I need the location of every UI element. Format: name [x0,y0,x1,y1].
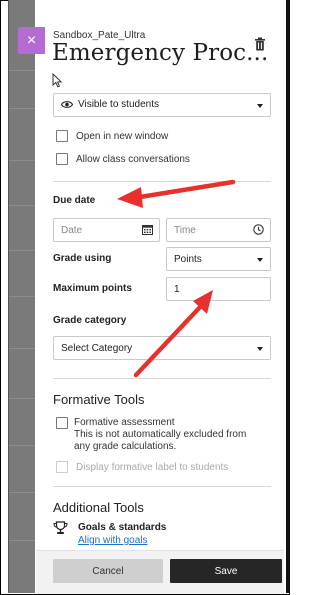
open-new-window-option[interactable]: Open in new window [56,130,168,142]
grade-using-label: Grade using [53,253,112,264]
grade-category-value: Select Category [61,343,133,354]
align-with-goals-link[interactable]: Align with goals [78,535,147,546]
chevron-down-icon [257,258,263,262]
due-date-label: Due date [53,195,96,206]
calendar-icon[interactable] [142,224,153,235]
allow-conversations-checkbox[interactable] [56,153,68,165]
save-button[interactable]: Save [170,559,282,583]
mouse-cursor-icon [52,73,63,88]
clock-icon[interactable] [253,224,264,235]
page-title[interactable]: Emergency Proc... [52,40,268,66]
grade-using-select[interactable]: Points [166,247,271,271]
grade-using-value: Points [174,254,202,265]
divider [53,181,271,182]
maximum-points-value: 1 [174,284,180,295]
due-date-input[interactable]: Date [53,218,160,242]
due-time-input[interactable]: Time [166,218,271,242]
grade-category-select[interactable]: Select Category [53,336,271,360]
chevron-down-icon [257,104,263,108]
divider [53,486,271,487]
formative-tools-heading: Formative Tools [53,392,145,407]
trophy-icon [53,521,68,534]
open-new-window-checkbox[interactable] [56,130,68,142]
trash-icon[interactable] [254,37,266,51]
display-formative-label-option: Display formative label to students [56,461,228,473]
visibility-value: Visible to students [78,99,159,110]
close-panel-button[interactable]: × [18,27,45,54]
background-content-strip [8,0,36,593]
time-placeholder: Time [174,225,196,236]
grade-category-label: Grade category [53,315,127,326]
allow-conversations-label: Allow class conversations [76,153,190,165]
formative-assessment-note: This is not automatically excluded from … [74,429,247,452]
formative-assessment-option[interactable]: Formative assessment This is not automat… [74,417,264,453]
goals-standards-title: Goals & standards [78,522,167,533]
chevron-down-icon [257,347,263,351]
visibility-select[interactable]: Visible to students [53,93,271,117]
additional-tools-heading: Additional Tools [53,500,144,515]
maximum-points-input[interactable]: 1 [166,277,271,301]
maximum-points-label: Maximum points [53,283,132,294]
divider [53,378,271,379]
date-placeholder: Date [61,225,83,236]
formative-assessment-label: Formative assessment [74,417,175,428]
display-formative-label-text: Display formative label to students [76,461,229,473]
panel-right-border [286,0,290,593]
display-formative-label-checkbox [56,461,68,473]
formative-assessment-checkbox[interactable] [56,417,68,429]
allow-conversations-option[interactable]: Allow class conversations [56,153,190,165]
eye-icon [61,101,73,108]
close-icon: × [26,31,37,49]
open-new-window-label: Open in new window [76,130,169,142]
cancel-button[interactable]: Cancel [53,559,163,583]
